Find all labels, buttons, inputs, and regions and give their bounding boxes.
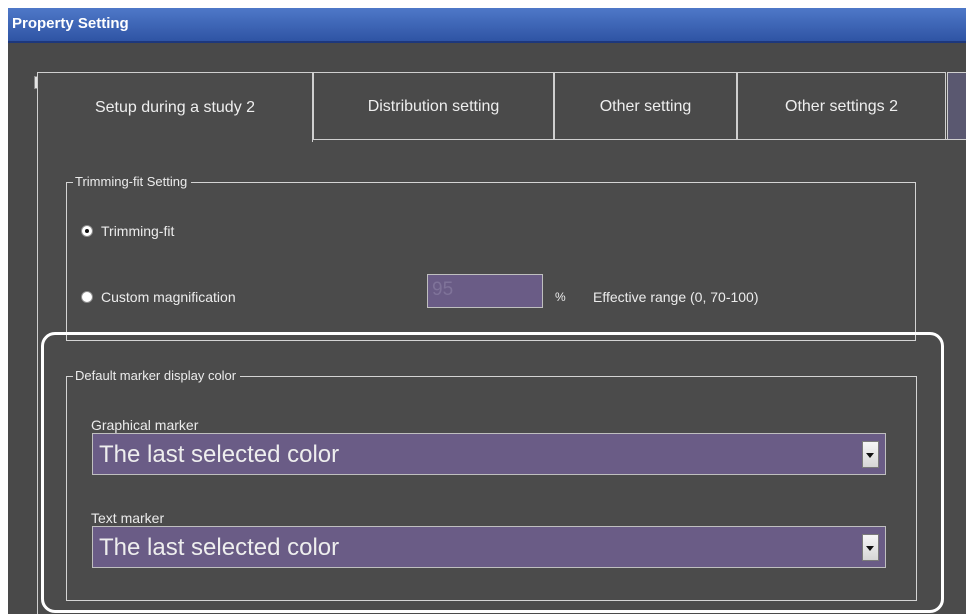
highlight-frame [41,332,944,613]
tab-other-setting[interactable]: Other setting [554,72,737,140]
tab-setup-during-study-2[interactable]: Setup during a study 2 [37,72,313,142]
percent-label: % [555,290,566,304]
window-title: Property Setting [12,15,129,32]
tab-label: Distribution setting [367,97,500,115]
effective-range-label: Effective range (0, 70-100) [593,289,759,305]
trimming-fit-label: Trimming-fit [101,223,175,239]
tab-other-settings-2[interactable]: Other settings 2 [737,72,946,140]
trimming-fit-option[interactable]: Trimming-fit [81,223,174,239]
magnification-input[interactable]: 95 [427,274,543,308]
custom-magnification-label: Custom magnification [101,289,236,305]
radio-unselected-icon[interactable] [81,291,93,303]
custom-magnification-option[interactable]: Custom magnification [81,289,236,305]
tab-label: Other setting [599,97,692,115]
tab-label: Setup during a study 2 [94,98,256,116]
tab-distribution-setting[interactable]: Distribution setting [313,72,554,140]
trimming-fit-group: Trimming-fit Setting Trimming-fit Custom… [66,174,916,341]
tab-partial-next[interactable] [947,72,966,140]
trimming-fit-legend: Trimming-fit Setting [73,174,192,189]
title-bar: Property Setting [8,8,966,43]
radio-selected-icon[interactable] [81,225,93,237]
tab-label: Other settings 2 [785,97,898,115]
